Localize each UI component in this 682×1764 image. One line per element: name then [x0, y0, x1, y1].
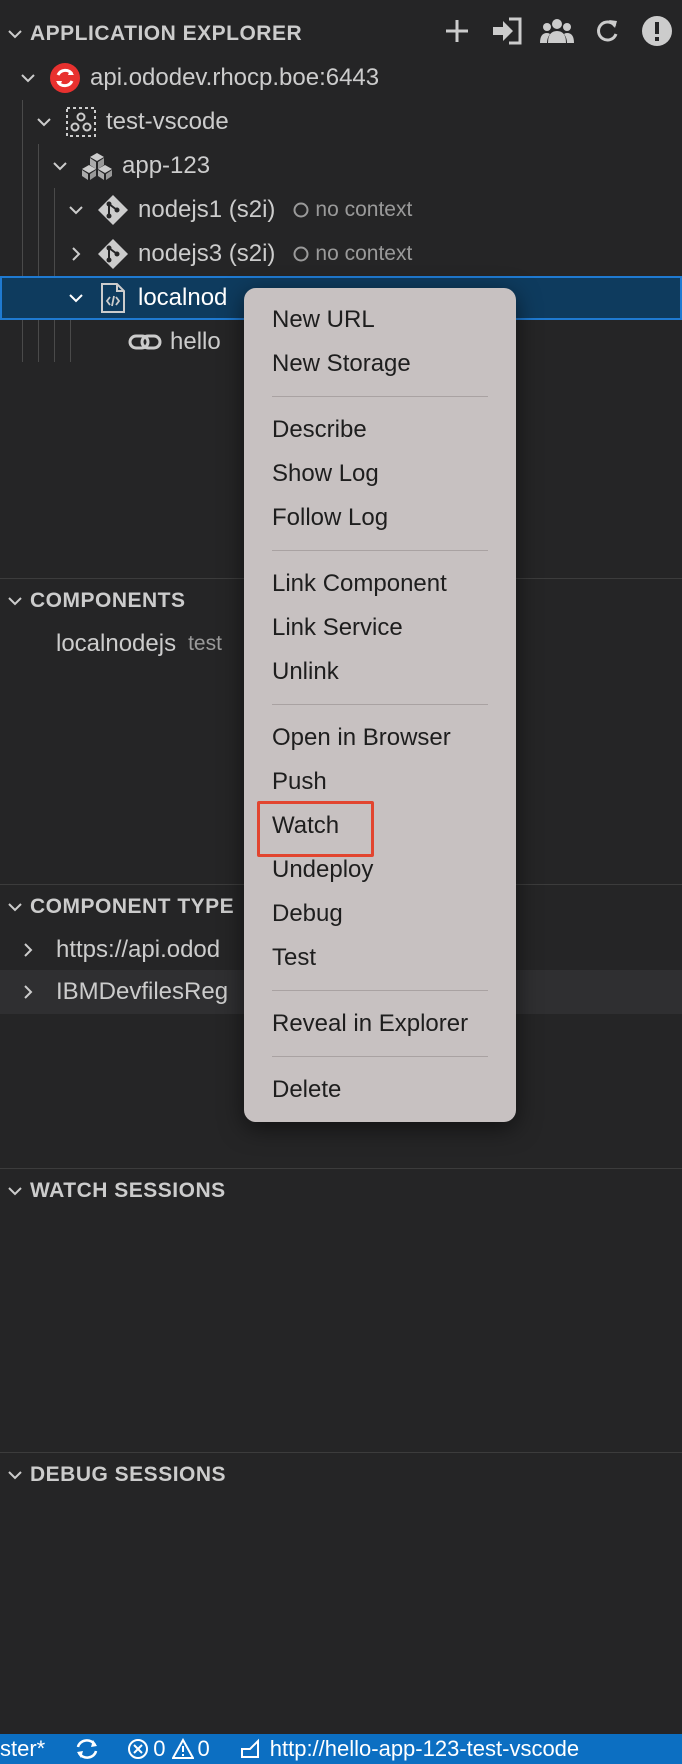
broadcast-icon: [240, 1738, 259, 1758]
error-icon: [128, 1739, 149, 1759]
chevron-down-icon: [32, 113, 56, 131]
local-component-icon: [96, 281, 130, 315]
login-icon[interactable]: [490, 14, 524, 48]
tree-item-label: api.ododev.rhocp.boe:6443: [90, 64, 380, 91]
section-title: COMPONENT TYPE: [30, 895, 235, 918]
git-component-icon: [96, 237, 130, 271]
chevron-down-icon: [0, 25, 30, 43]
chevron-right-icon: [64, 245, 88, 263]
context-status: no context: [293, 242, 412, 266]
section-title: DEBUG SESSIONS: [30, 1463, 227, 1486]
menu-item-link-service[interactable]: Link Service: [272, 610, 403, 646]
menu-separator: [272, 1056, 488, 1057]
chevron-down-icon: [0, 1182, 30, 1200]
component-type-label: IBMDevfilesReg: [56, 978, 229, 1005]
project-icon: [64, 105, 98, 139]
tree-item-label: test-vscode: [106, 108, 229, 135]
component-type-label: https://api.odod: [56, 936, 221, 963]
chevron-down-icon: [48, 157, 72, 175]
status-url[interactable]: http://hello-app-123-test-vscode: [238, 1736, 579, 1762]
chevron-down-icon: [0, 1466, 30, 1484]
debug-sessions-header[interactable]: DEBUG SESSIONS: [0, 1455, 682, 1495]
menu-item-push[interactable]: Push: [272, 764, 327, 800]
menu-item-test[interactable]: Test: [272, 940, 316, 976]
tree-item-app[interactable]: app-123: [0, 144, 682, 188]
menu-separator: [272, 704, 488, 705]
chevron-down-icon: [0, 592, 30, 610]
menu-item-unlink[interactable]: Unlink: [272, 654, 339, 690]
chevron-down-icon: [64, 201, 88, 219]
users-icon[interactable]: [540, 14, 574, 48]
menu-separator: [272, 396, 488, 397]
tree-item-label: nodejs3 (s2i): [138, 240, 276, 267]
circle-outline-icon: [293, 246, 309, 262]
section-title: COMPONENTS: [30, 589, 186, 612]
menu-item-link-component[interactable]: Link Component: [272, 566, 447, 602]
chevron-right-icon: [16, 941, 40, 959]
context-menu: New URL New Storage Describe Show Log Fo…: [244, 288, 516, 1122]
circle-outline-icon: [293, 202, 309, 218]
sync-icon[interactable]: [73, 1738, 101, 1760]
chevron-down-icon: [16, 69, 40, 87]
vscode-sidebar: APPLICATION EXPLORER api.ododev.rhocp.bo…: [0, 0, 682, 1764]
tree-item-label: hello: [170, 328, 221, 355]
section-title: WATCH SESSIONS: [30, 1179, 226, 1202]
menu-separator: [272, 990, 488, 991]
menu-item-open-in-browser[interactable]: Open in Browser: [272, 720, 451, 756]
chevron-down-icon: [0, 898, 30, 916]
menu-item-follow-log[interactable]: Follow Log: [272, 500, 388, 536]
link-icon: [128, 325, 162, 359]
menu-item-new-storage[interactable]: New Storage: [272, 346, 411, 382]
watch-sessions-header[interactable]: WATCH SESSIONS: [0, 1171, 682, 1211]
chevron-right-icon: [16, 983, 40, 1001]
menu-item-debug[interactable]: Debug: [272, 896, 343, 932]
tree-item-label: localnod: [138, 284, 228, 311]
explorer-actions: [440, 14, 674, 48]
tree-item-cluster[interactable]: api.ododev.rhocp.boe:6443: [0, 56, 682, 100]
refresh-icon[interactable]: [590, 14, 624, 48]
info-icon[interactable]: [640, 14, 674, 48]
tree-item-label: nodejs1 (s2i): [138, 196, 276, 223]
status-bar: ster* 0 0 http://hello-app-123-test-vsco…: [0, 1734, 682, 1764]
openshift-icon: [48, 61, 82, 95]
problems-indicator[interactable]: 0 0: [127, 1736, 210, 1762]
tree-item-project[interactable]: test-vscode: [0, 100, 682, 144]
component-desc: test: [188, 632, 222, 655]
menu-item-reveal-in-explorer[interactable]: Reveal in Explorer: [272, 1006, 468, 1042]
menu-separator: [272, 550, 488, 551]
git-component-icon: [96, 193, 130, 227]
menu-item-delete[interactable]: Delete: [272, 1072, 341, 1108]
status-branch[interactable]: ster*: [0, 1736, 45, 1762]
tree-item-nodejs1[interactable]: nodejs1 (s2i) no context: [0, 188, 682, 232]
menu-item-show-log[interactable]: Show Log: [272, 456, 379, 492]
menu-item-new-url[interactable]: New URL: [272, 302, 375, 338]
chevron-down-icon: [64, 289, 88, 307]
component-label: localnodejs: [56, 630, 177, 657]
menu-item-watch[interactable]: Watch: [272, 808, 339, 844]
section-divider: [0, 1168, 682, 1169]
menu-item-undeploy[interactable]: Undeploy: [272, 852, 373, 888]
plus-icon[interactable]: [440, 14, 474, 48]
menu-item-describe[interactable]: Describe: [272, 412, 367, 448]
section-title: APPLICATION EXPLORER: [30, 22, 303, 45]
application-icon: [80, 149, 114, 183]
tree-item-label: app-123: [122, 152, 211, 179]
section-divider: [0, 1452, 682, 1453]
context-status: no context: [293, 198, 412, 222]
tree-item-nodejs3[interactable]: nodejs3 (s2i) no context: [0, 232, 682, 276]
warning-icon: [171, 1738, 194, 1759]
